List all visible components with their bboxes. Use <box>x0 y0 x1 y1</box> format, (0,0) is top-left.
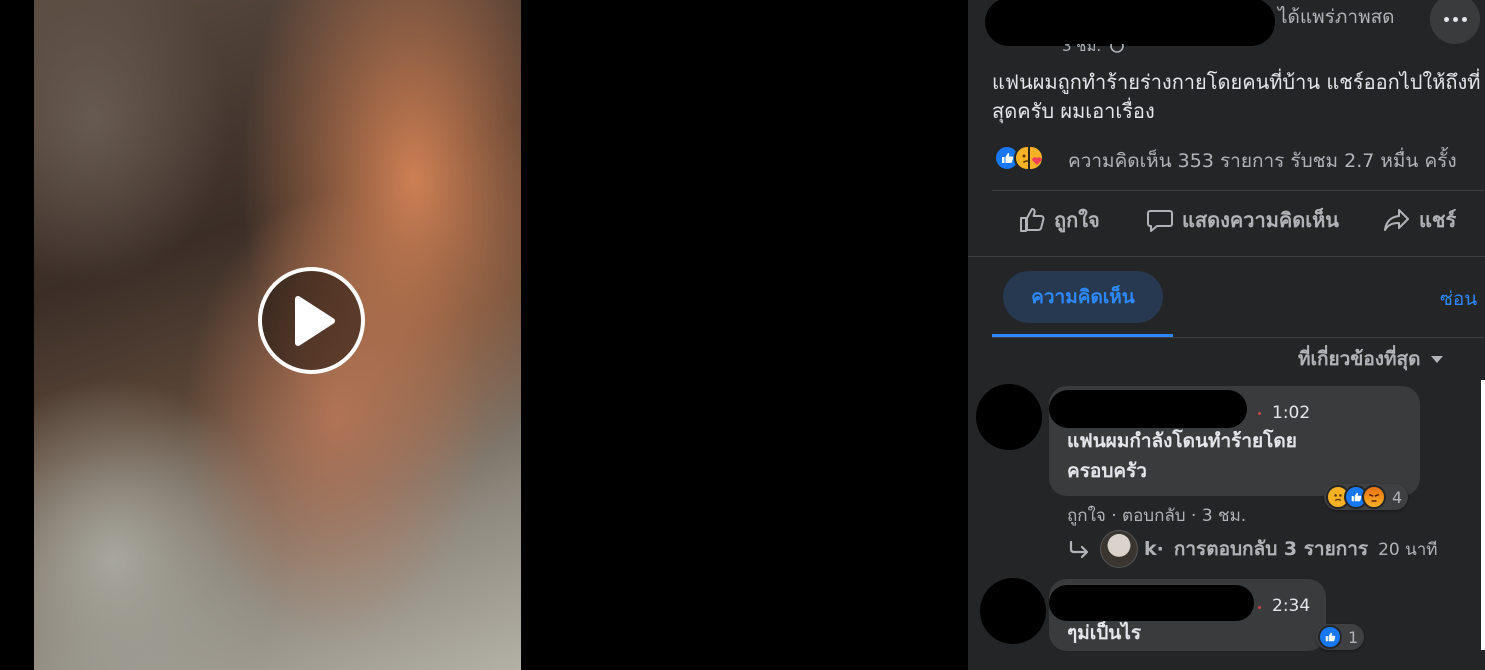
comment-timestamp[interactable]: 2:34 <box>1272 596 1310 616</box>
reply-count: การตอบกลับ 3 รายการ <box>1173 538 1369 560</box>
separator-dot <box>1258 412 1261 415</box>
sort-label: ที่เกี่ยวข้องที่สุด <box>1298 348 1421 370</box>
poster-name-redacted <box>985 0 1275 46</box>
separator-dot <box>1258 606 1261 609</box>
post-reactions[interactable] <box>994 143 1044 173</box>
scrollbar-edge[interactable] <box>1481 380 1485 650</box>
angry-icon <box>1362 485 1386 509</box>
comment-icon <box>1147 210 1173 232</box>
share-button[interactable]: แชร์ <box>1383 204 1456 236</box>
play-icon <box>294 295 335 346</box>
comment-reactions[interactable]: 4 <box>1324 484 1409 510</box>
caret-down-icon <box>1431 356 1444 363</box>
sort-dropdown[interactable]: ที่เกี่ยวข้องที่สุด <box>1298 344 1444 374</box>
comment-text: แฟนผมกำลังโดนทำร้ายโดยครอบครัว <box>1067 430 1297 482</box>
divider <box>968 256 1485 257</box>
live-status: ได้แพร่ภาพสด <box>1278 6 1395 28</box>
video-stage <box>0 0 968 670</box>
reply-time: 20 นาที <box>1378 539 1438 560</box>
tab-comments[interactable]: ความคิดเห็น <box>1003 271 1163 323</box>
post-stats[interactable]: ความคิดเห็น 353 รายการ รับชม 2.7 หมื่น ค… <box>1068 146 1457 176</box>
commenter-avatar[interactable] <box>976 384 1042 450</box>
divider <box>992 337 1484 338</box>
commenter-name-redacted[interactable] <box>1049 390 1247 428</box>
reaction-count: 4 <box>1392 487 1403 507</box>
comment-label: แสดงความคิดเห็น <box>1182 208 1339 232</box>
more-dot-icon <box>1443 16 1449 22</box>
replier-avatar <box>1100 530 1138 568</box>
reaction-count: 1 <box>1348 627 1359 647</box>
share-label: แชร์ <box>1419 208 1457 232</box>
share-icon <box>1384 209 1409 231</box>
comment-actions[interactable]: ถูกใจ · ตอบกลับ · 3 ชม. <box>1067 502 1246 529</box>
more-dot-icon <box>1461 16 1467 22</box>
like-button[interactable]: ถูกใจ <box>1018 204 1100 236</box>
video-frame[interactable] <box>34 0 521 670</box>
post-caption: แฟนผมถูกทำร้ายร่างกายโดยคนที่บ้าน แชร์ออ… <box>992 70 1481 123</box>
comment-timestamp[interactable]: 1:02 <box>1272 403 1310 423</box>
reply-arrow-icon <box>1069 540 1089 558</box>
like-icon <box>1318 625 1342 649</box>
care-icon <box>1028 145 1044 171</box>
comment-reactions[interactable]: 1 <box>1316 624 1365 650</box>
commenter-name-redacted[interactable] <box>1049 585 1254 621</box>
commenter-avatar[interactable] <box>980 578 1046 644</box>
more-dot-icon <box>1452 16 1458 22</box>
like-label: ถูกใจ <box>1054 208 1100 232</box>
comment-text: ๆม่เป็นไร <box>1067 622 1142 644</box>
comment-button[interactable]: แสดงความคิดเห็น <box>1146 204 1339 236</box>
replies-link[interactable]: k· การตอบกลับ 3 รายการ 20 นาที <box>1068 530 1438 568</box>
play-button[interactable] <box>258 267 365 374</box>
hide-link[interactable]: ซ่อน <box>1440 284 1477 314</box>
divider <box>992 190 1484 191</box>
thumbs-up-icon <box>1020 208 1045 232</box>
replier-name: k· <box>1144 538 1164 560</box>
